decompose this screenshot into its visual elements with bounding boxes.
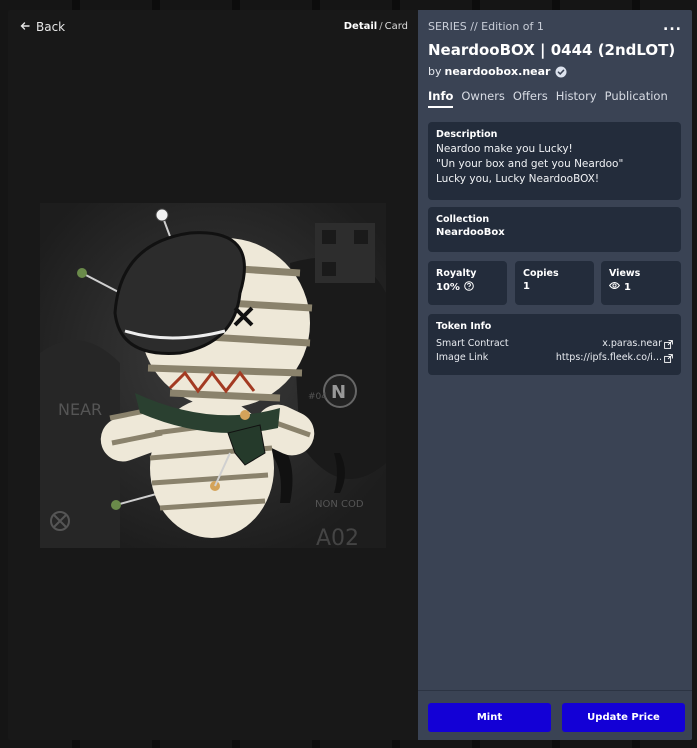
token-detail-modal: Back Detail / Card NEAR N #04 A02 NON CO… xyxy=(8,10,692,740)
external-link-icon[interactable] xyxy=(664,339,673,349)
smart-contract-value[interactable]: x.paras.near xyxy=(602,337,662,351)
copies-label: Copies xyxy=(523,268,559,279)
collection-card[interactable]: Collection NeardooBox xyxy=(428,207,681,252)
description-line: Lucky you, Lucky NeardooBOX! xyxy=(436,173,600,185)
views-label: Views xyxy=(609,268,641,279)
artwork-text-non-cod: NON COD xyxy=(315,499,364,510)
mint-button[interactable]: Mint xyxy=(428,703,551,732)
artwork-text-near: NEAR xyxy=(58,400,102,419)
view-separator: / xyxy=(379,21,383,32)
creator-line: by neardoobox.near xyxy=(428,65,567,78)
description-line: "Un your box and get you Neardoo" xyxy=(436,158,624,170)
update-price-button[interactable]: Update Price xyxy=(562,703,685,732)
token-info-label: Token Info xyxy=(436,321,492,332)
token-info-panel: SERIES // Edition of 1 ... NeardooBOX | … xyxy=(418,10,692,740)
royalty-card: Royalty 10% xyxy=(428,261,507,305)
eye-icon xyxy=(608,281,621,293)
description-label: Description xyxy=(436,129,498,140)
description-card: Description Neardoo make you Lucky! "Un … xyxy=(428,122,681,200)
collection-label: Collection xyxy=(436,214,490,225)
creator-prefix: by xyxy=(428,65,442,78)
arrow-left-icon xyxy=(20,20,30,34)
tab-offers[interactable]: Offers xyxy=(513,89,548,108)
creator-link[interactable]: neardoobox.near xyxy=(445,65,551,78)
verified-badge-icon xyxy=(555,66,567,78)
artwork-text-n: N xyxy=(331,382,346,403)
smart-contract-row: Smart Contract x.paras.near xyxy=(436,337,673,351)
view-card-option[interactable]: Card xyxy=(385,21,408,32)
royalty-value-row: 10% xyxy=(436,281,499,294)
views-value-row: 1 xyxy=(608,281,673,293)
back-button[interactable]: Back xyxy=(20,20,65,34)
tab-bar: Info Owners Offers History Publication xyxy=(428,89,668,108)
token-title: NeardooBOX | 0444 (2ndLOT) xyxy=(428,41,676,59)
collection-value: NeardooBox xyxy=(436,227,505,238)
help-icon[interactable] xyxy=(464,281,474,294)
views-value: 1 xyxy=(624,281,631,293)
royalty-label: Royalty xyxy=(436,268,477,279)
tab-history[interactable]: History xyxy=(556,89,597,108)
external-link-icon[interactable] xyxy=(664,353,673,363)
view-detail-option[interactable]: Detail xyxy=(344,21,377,32)
series-edition-label: SERIES // Edition of 1 xyxy=(428,20,544,33)
smart-contract-label: Smart Contract xyxy=(436,338,509,349)
back-label: Back xyxy=(36,20,66,34)
copies-value: 1 xyxy=(523,281,530,292)
views-card: Views 1 xyxy=(601,261,681,305)
artwork-text-04: #04 xyxy=(308,392,327,402)
royalty-value: 10% xyxy=(436,282,460,293)
view-toggle: Detail / Card xyxy=(344,21,408,32)
image-link-value[interactable]: https://ipfs.fleek.co/i... xyxy=(556,351,662,365)
tab-publication[interactable]: Publication xyxy=(605,89,668,108)
tab-info[interactable]: Info xyxy=(428,89,454,108)
artwork-text-a02: A02 xyxy=(316,526,359,548)
action-footer: Mint Update Price xyxy=(418,690,692,740)
image-link-row: Image Link https://ipfs.fleek.co/i... xyxy=(436,351,673,365)
artwork-pane: Back Detail / Card NEAR N #04 A02 NON CO… xyxy=(8,10,418,740)
tab-owners[interactable]: Owners xyxy=(461,89,505,108)
token-info-card: Token Info Smart Contract x.paras.near I… xyxy=(428,314,681,375)
copies-card: Copies 1 xyxy=(515,261,594,305)
description-line: Neardoo make you Lucky! xyxy=(436,143,573,155)
image-link-label: Image Link xyxy=(436,352,489,363)
more-options-button[interactable]: ... xyxy=(663,18,682,34)
nft-artwork-image[interactable]: NEAR N #04 A02 NON COD xyxy=(40,203,386,548)
